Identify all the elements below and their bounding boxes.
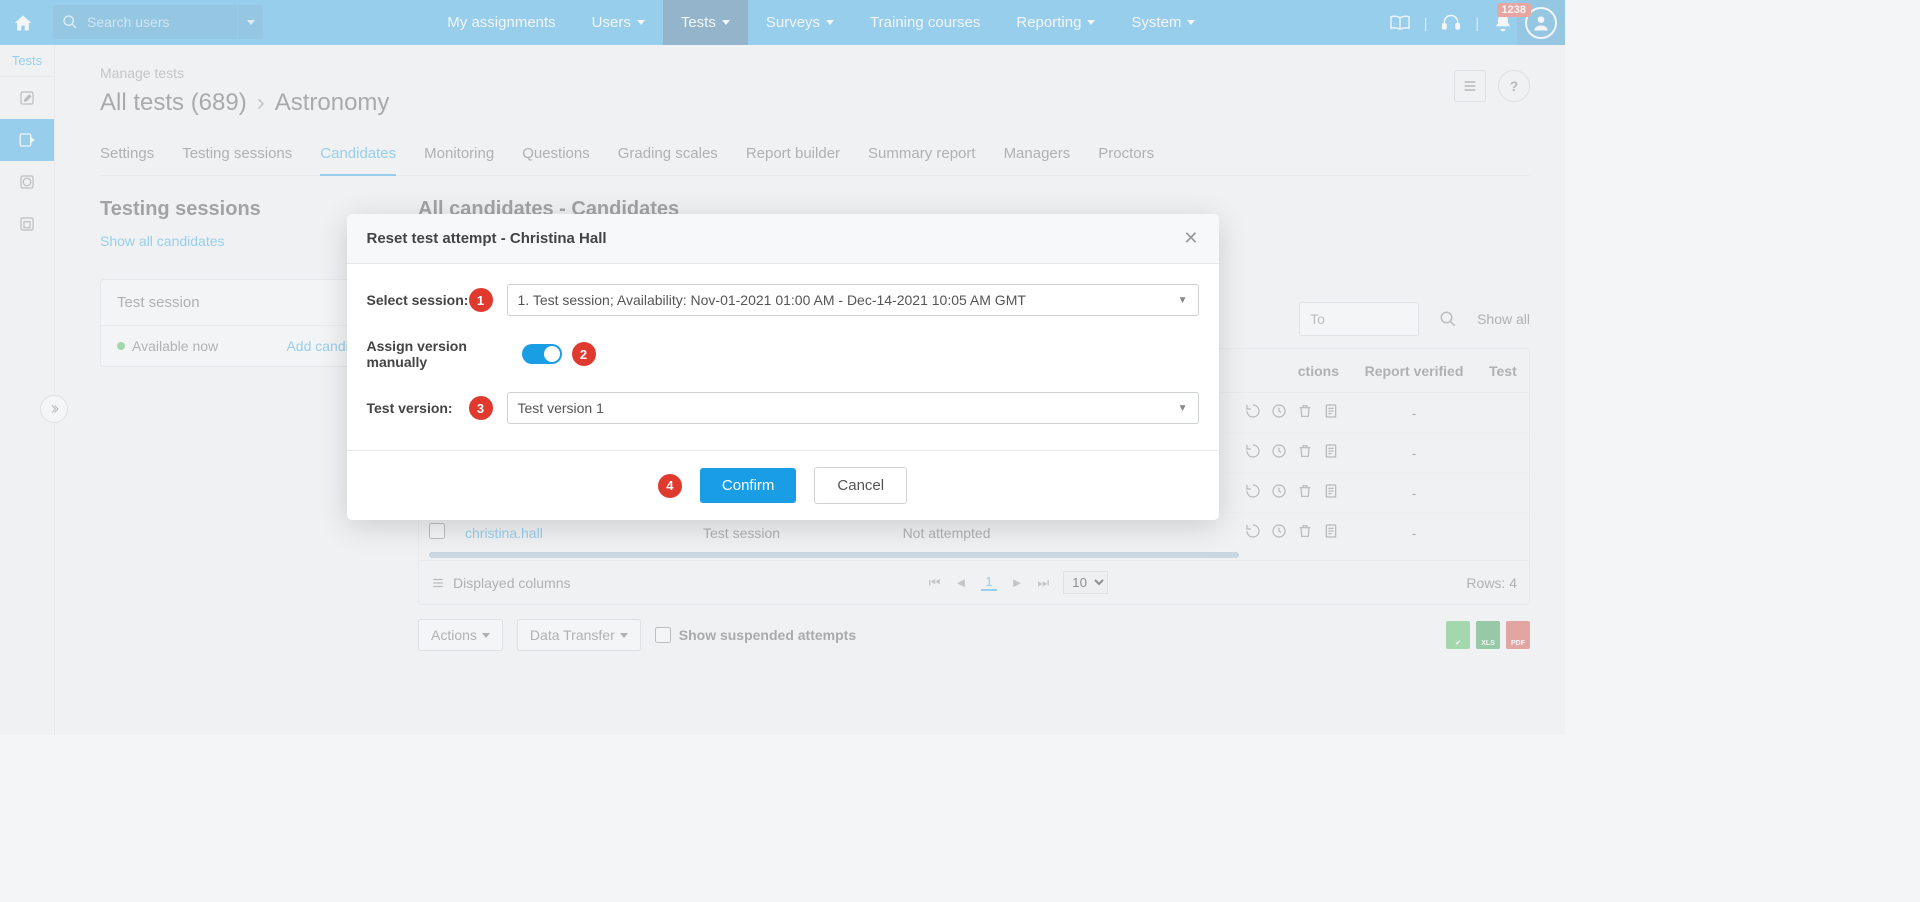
test-version-select[interactable]: Test version 1 ▼ (507, 392, 1199, 424)
confirm-button[interactable]: Confirm (700, 468, 797, 503)
form-row-assign: Assign version manually 2 (367, 338, 1199, 370)
step-badge-4: 4 (658, 474, 682, 498)
modal-header: Reset test attempt - Christina Hall ✕ (347, 214, 1219, 264)
step-badge-2: 2 (572, 342, 596, 366)
modal-footer: 4 Confirm Cancel (347, 450, 1219, 520)
modal-title: Reset test attempt - Christina Hall (367, 230, 607, 247)
select-session-label: Select session: (367, 292, 469, 308)
chevron-down-icon: ▼ (1178, 403, 1188, 414)
modal-close-button[interactable]: ✕ (1183, 228, 1198, 249)
form-row-session: Select session: 1 1. Test session; Avail… (367, 284, 1199, 316)
cancel-button[interactable]: Cancel (814, 467, 907, 504)
modal-overlay: Reset test attempt - Christina Hall ✕ Se… (0, 0, 1565, 735)
assign-version-label: Assign version manually (367, 338, 522, 370)
chevron-down-icon: ▼ (1178, 295, 1188, 306)
test-version-label: Test version: (367, 400, 469, 416)
step-badge-1: 1 (469, 288, 493, 312)
reset-attempt-modal: Reset test attempt - Christina Hall ✕ Se… (347, 214, 1219, 520)
session-select[interactable]: 1. Test session; Availability: Nov-01-20… (507, 284, 1199, 316)
step-badge-3: 3 (469, 396, 493, 420)
assign-version-toggle[interactable] (522, 344, 562, 364)
form-row-version: Test version: 3 Test version 1 ▼ (367, 392, 1199, 424)
